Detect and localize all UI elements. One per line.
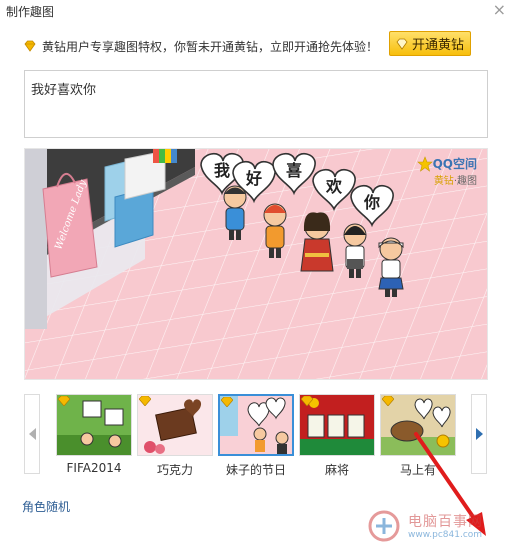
- watermark-logo-icon: [368, 510, 400, 542]
- watermark-text: 电脑百事网: [408, 514, 483, 530]
- watermark: 电脑百事网 www.pc841.com: [366, 508, 516, 548]
- watermark-url: www.pc841.com: [408, 530, 483, 540]
- annotation-arrow: [414, 432, 486, 536]
